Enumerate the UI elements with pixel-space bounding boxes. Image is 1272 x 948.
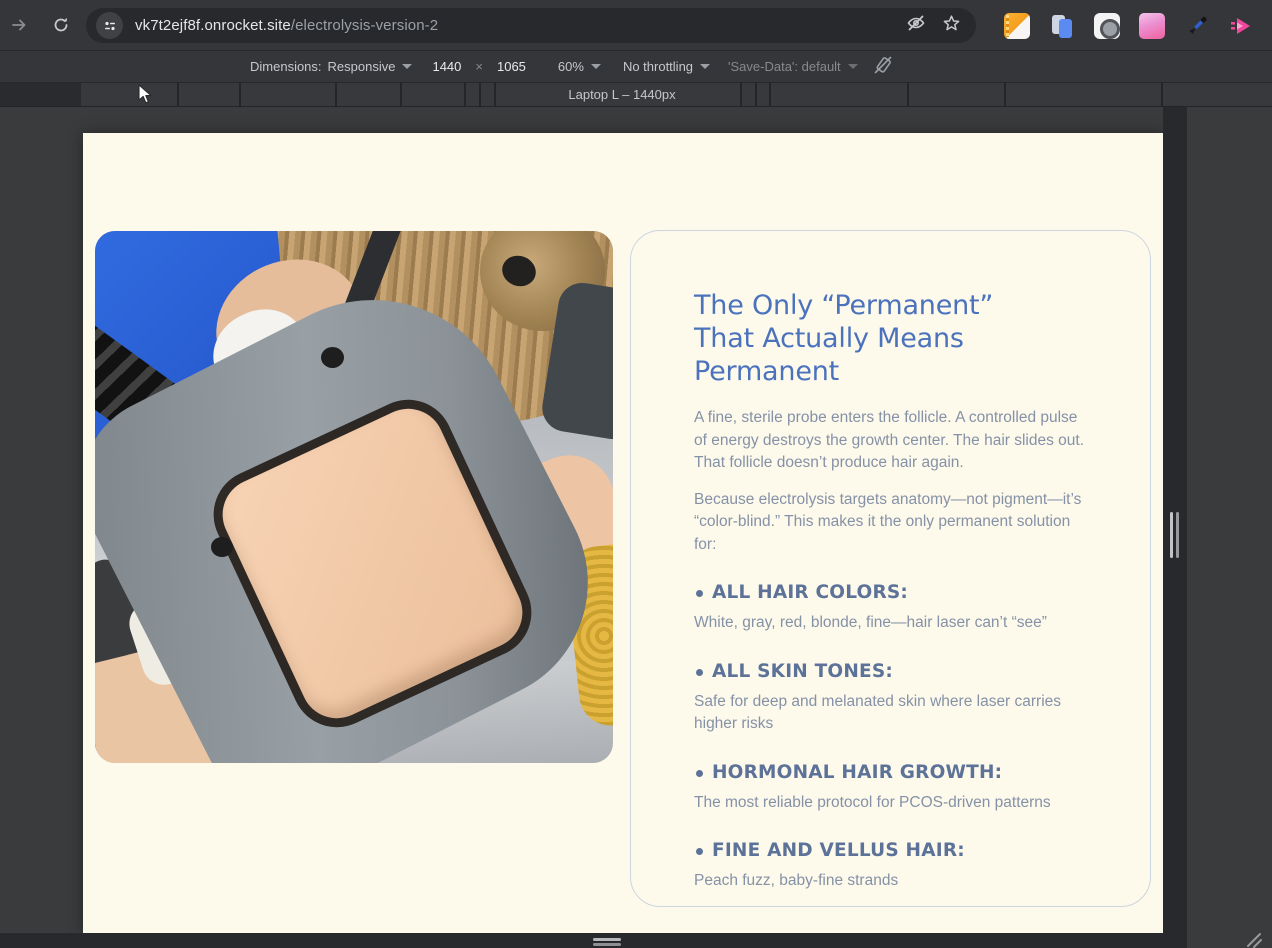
bullet-text: The most reliable protocol for PCOS-driv… [694,793,1051,811]
dimensions-label: Dimensions: [250,59,322,74]
info-card: The Only “Permanent” That Actually Means… [630,230,1151,907]
paragraph: A fine, sterile probe enters the follicl… [694,409,1085,471]
dimensions-mode-value: Responsive [327,59,396,74]
resize-handle-bottom[interactable] [593,938,621,941]
viewport-height-input[interactable]: 1065 [497,59,526,74]
bullet-heading: HORMONAL HAIR GROWTH: [694,762,1086,783]
breakpoints-bar-offset [0,83,81,106]
bullet-heading: ALL HAIR COLORS: [694,582,1086,603]
horizontal-scrollbar[interactable] [0,933,1187,948]
viewport-stage: The Only “Permanent” That Actually Means… [0,107,1272,948]
site-info-icon[interactable] [96,12,123,39]
bullet-text: Peach fuzz, baby-fine strands [694,872,899,889]
paragraph: Because electrolysis targets anatomy—not… [694,490,1082,553]
forward-icon[interactable] [2,8,36,42]
vertical-scrollbar[interactable] [1163,107,1187,948]
url-domain: vk7t2ejf8f.onrocket.site [135,17,291,34]
save-data-dropdown[interactable]: 'Save-Data': default [728,59,858,74]
section-heading: The Only “Permanent” That Actually Means… [694,290,994,387]
list-item: ALL SKIN TONES: Safe for deep and melana… [694,661,1086,736]
bullet-heading: FINE AND VELLUS HAIR: [694,840,1086,861]
breakpoints-bar[interactable]: Laptop L – 1440px [0,83,1272,107]
dimensions-mode-dropdown[interactable]: Responsive [328,59,413,74]
palette-extension-icon[interactable] [1139,12,1165,39]
resize-handle-right[interactable] [1170,512,1173,558]
mouse-cursor [138,84,154,111]
multiply-sign: × [475,59,483,74]
breakpoint-label[interactable]: Laptop L – 1440px [568,87,675,102]
bullet-text: Safe for deep and melanated skin where l… [694,692,1062,733]
extensions-row [1004,8,1255,43]
chevron-down-icon [402,64,413,69]
bullet-text: White, gray, red, blonde, fine—hair lase… [694,614,1047,631]
camera-extension-icon[interactable] [1094,12,1120,39]
throttling-dropdown[interactable]: No throttling [622,59,711,74]
url-text[interactable]: vk7t2ejf8f.onrocket.site/electrolysis-ve… [135,17,905,34]
rotate-disabled-icon [872,54,894,79]
treatment-photo [95,231,613,763]
webpage: The Only “Permanent” That Actually Means… [83,133,1163,933]
corner-resize-grip[interactable] [1242,929,1264,948]
zoom-value: 60% [557,59,584,74]
resize-handle-right[interactable] [1176,512,1179,558]
throttling-value: No throttling [622,59,694,74]
list-item: HORMONAL HAIR GROWTH: The most reliable … [694,762,1086,815]
address-bar[interactable]: vk7t2ejf8f.onrocket.site/electrolysis-ve… [86,8,976,43]
notes-extension-icon[interactable] [1004,12,1030,39]
photo-device-screw [321,347,344,368]
eyedropper-extension-icon[interactable] [1184,13,1210,39]
list-item: ALL HAIR COLORS: White, gray, red, blond… [694,582,1086,635]
reload-icon[interactable] [44,8,78,42]
chevron-down-icon [700,64,711,69]
chevron-down-icon [590,64,601,69]
bookmark-star-icon[interactable] [941,13,962,39]
hide-preview-icon[interactable] [905,12,927,39]
bullet-heading: ALL SKIN TONES: [694,661,1086,682]
benefits-list: ALL HAIR COLORS: White, gray, red, blond… [694,582,1086,893]
viewport-width-input[interactable]: 1440 [432,59,461,74]
video-speed-extension-icon[interactable] [1229,13,1255,39]
photo-device-screw [211,537,233,557]
chevron-down-icon [847,64,858,69]
save-data-value: 'Save-Data': default [728,59,841,74]
url-path: /electrolysis-version-2 [290,17,439,34]
zoom-dropdown[interactable]: 60% [558,59,601,74]
browser-toolbar: vk7t2ejf8f.onrocket.site/electrolysis-ve… [0,0,1272,51]
list-item: FINE AND VELLUS HAIR: Peach fuzz, baby-f… [694,840,1086,893]
clipboard-extension-icon[interactable] [1049,13,1075,39]
device-toolbar: Dimensions: Responsive 1440 × 1065 60% N… [0,51,1272,83]
resize-handle-bottom[interactable] [593,943,621,946]
